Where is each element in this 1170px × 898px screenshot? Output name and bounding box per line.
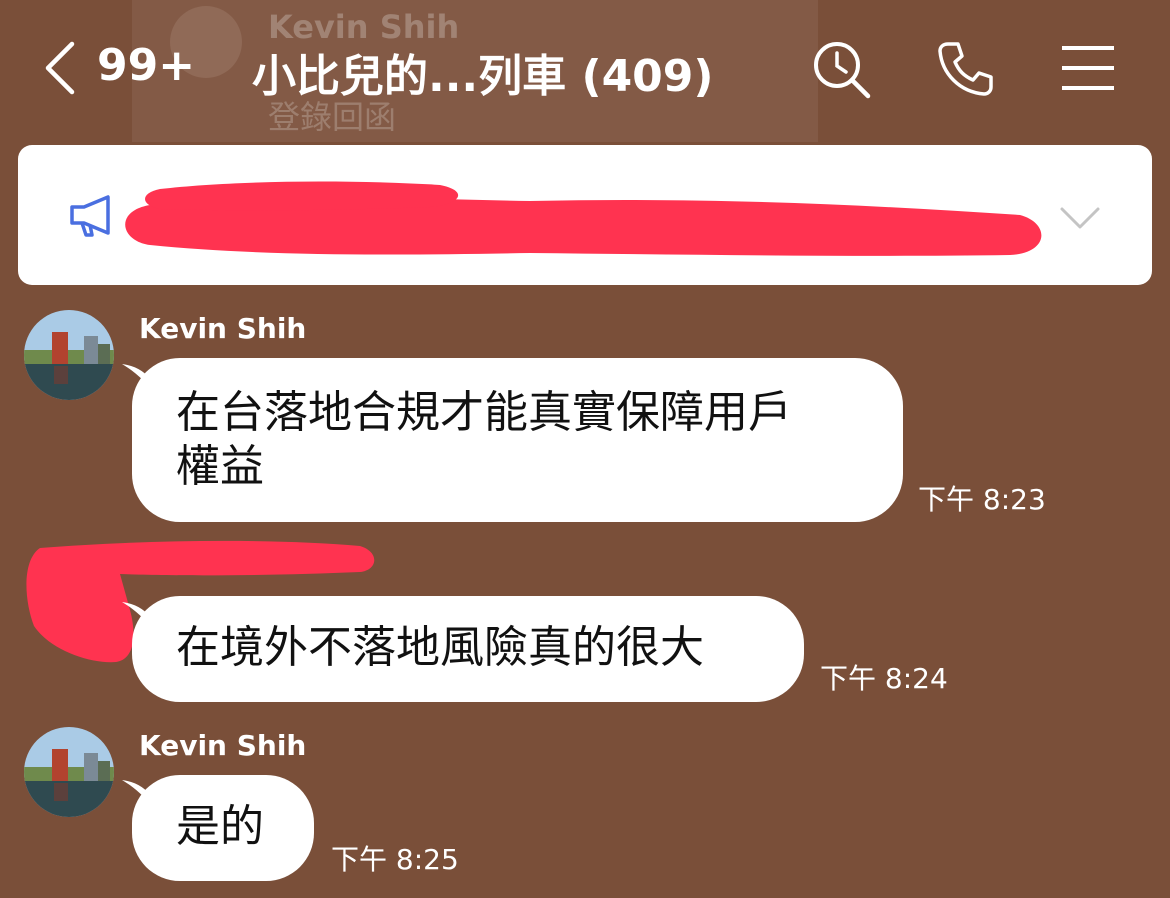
- unread-count[interactable]: 99+: [97, 40, 195, 91]
- avatar[interactable]: [24, 727, 114, 817]
- message-text: 是的: [176, 801, 264, 852]
- message-bubble[interactable]: 在境外不落地風險真的很大: [132, 596, 804, 702]
- message-bubble[interactable]: 是的: [132, 775, 314, 881]
- chevron-down-icon[interactable]: [1058, 203, 1102, 233]
- redaction-mark: [125, 181, 1042, 256]
- sender-name: Kevin Shih: [139, 729, 307, 762]
- announcement-banner[interactable]: [18, 145, 1152, 285]
- phone-icon[interactable]: [934, 38, 996, 100]
- message-time: 下午 8:24: [820, 662, 948, 695]
- message-text-line: 在台落地合規才能真實保障用戶: [176, 387, 792, 438]
- chat-header: 99+ 小比兒的...列車 (409): [0, 0, 1170, 140]
- message-text-line: 權益: [176, 441, 264, 492]
- chat-title[interactable]: 小比兒的...列車 (409): [252, 40, 714, 104]
- message-time: 下午 8:23: [918, 483, 1046, 516]
- menu-icon[interactable]: [1058, 38, 1120, 100]
- sender-name: Kevin Shih: [139, 312, 307, 345]
- avatar-photo: [24, 310, 114, 400]
- chevron-left-icon[interactable]: [42, 38, 82, 98]
- message-bubble[interactable]: 在台落地合規才能真實保障用戶 權益: [132, 358, 903, 522]
- avatar-photo: [24, 727, 114, 817]
- search-icon[interactable]: [810, 38, 872, 100]
- message-text: 在境外不落地風險真的很大: [176, 622, 704, 673]
- avatar[interactable]: [24, 310, 114, 400]
- message-time: 下午 8:25: [331, 843, 459, 876]
